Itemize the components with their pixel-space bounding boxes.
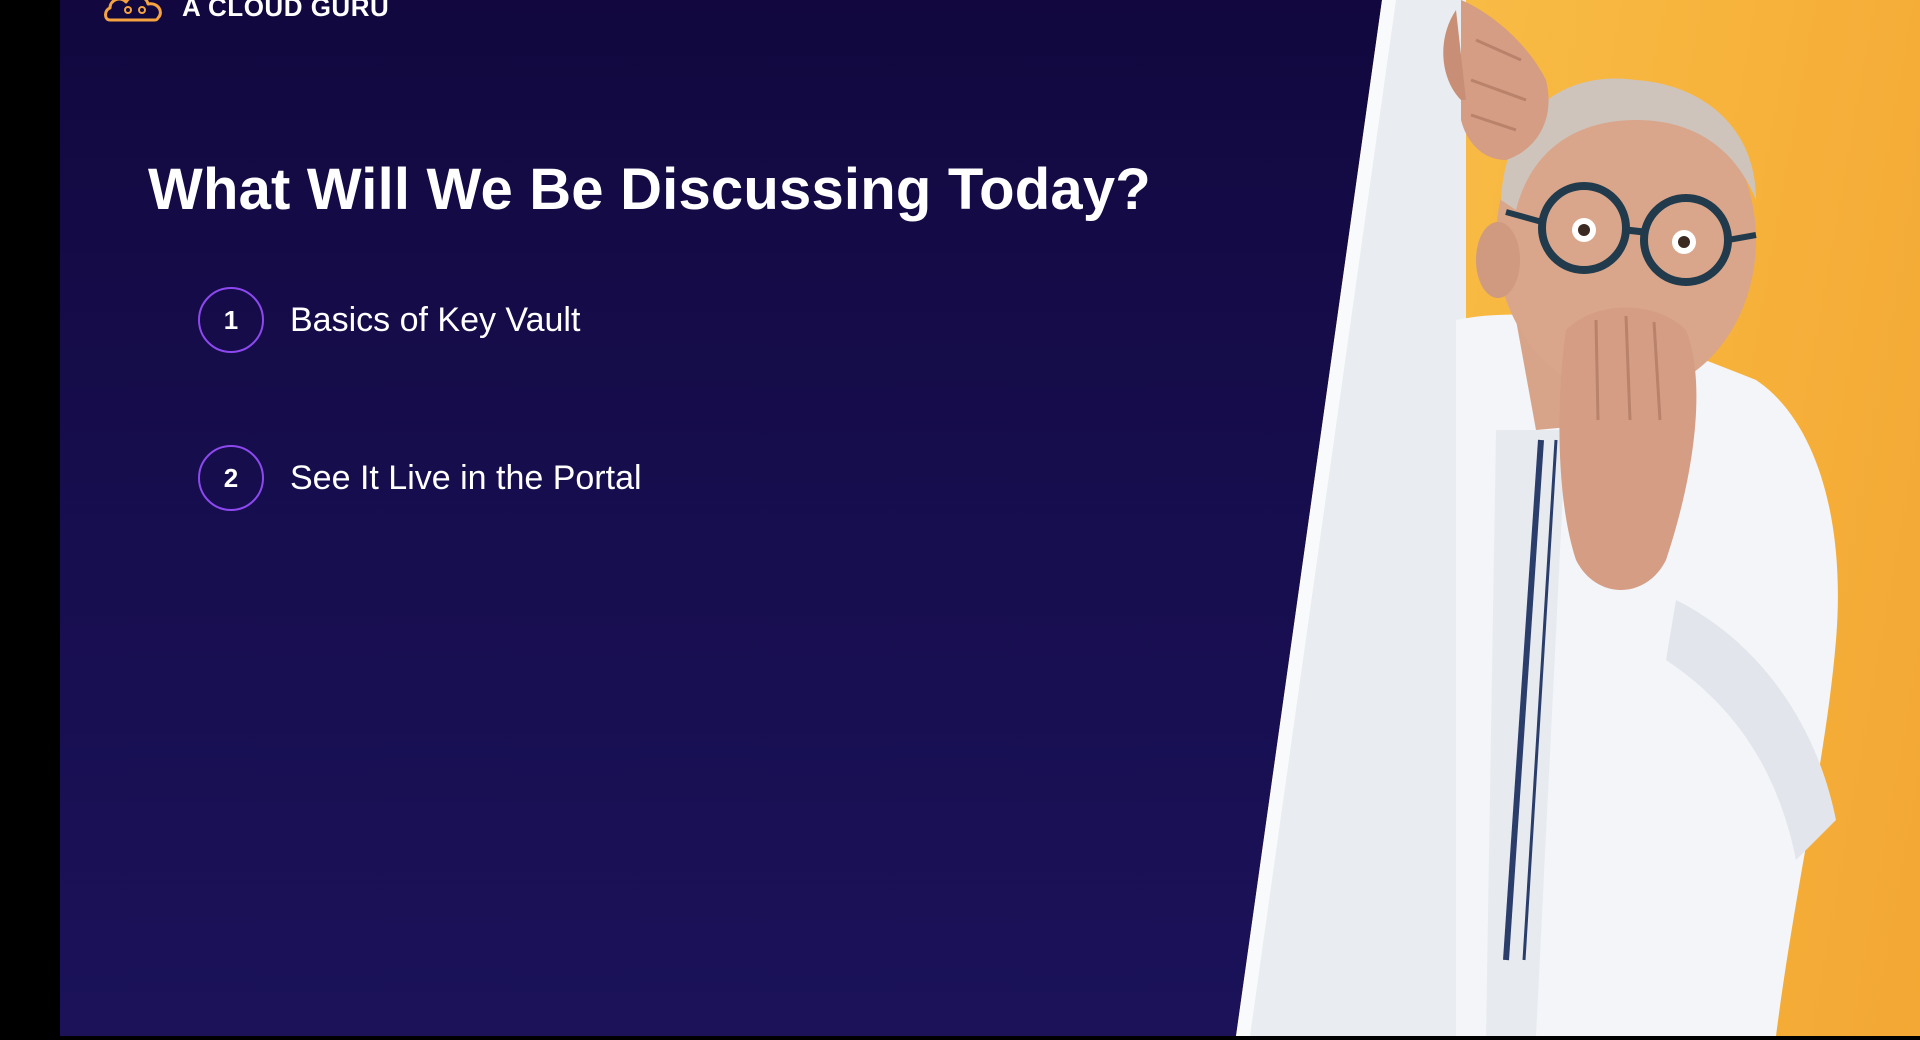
agenda-number-badge: 2 (198, 445, 264, 511)
agenda-item-label: Basics of Key Vault (290, 300, 581, 339)
brand-name: A CLOUD GURU (182, 0, 390, 22)
agenda-item-label: See It Live in the Portal (290, 458, 642, 497)
surprised-man-peeking-from-white-board-icon (1236, 0, 1838, 1036)
cloud-logo-icon (104, 0, 162, 22)
agenda-item: 2 See It Live in the Portal (198, 445, 642, 511)
agenda-number-badge: 1 (198, 287, 264, 353)
slide-photo (1236, 0, 1920, 1036)
presentation-slide: A CLOUD GURU What Will We Be Discussing … (60, 0, 1920, 1036)
brand: A CLOUD GURU (102, 0, 389, 24)
video-frame: A CLOUD GURU What Will We Be Discussing … (0, 0, 1920, 1040)
agenda-item: 1 Basics of Key Vault (198, 287, 580, 353)
slide-title: What Will We Be Discussing Today? (148, 157, 1151, 222)
